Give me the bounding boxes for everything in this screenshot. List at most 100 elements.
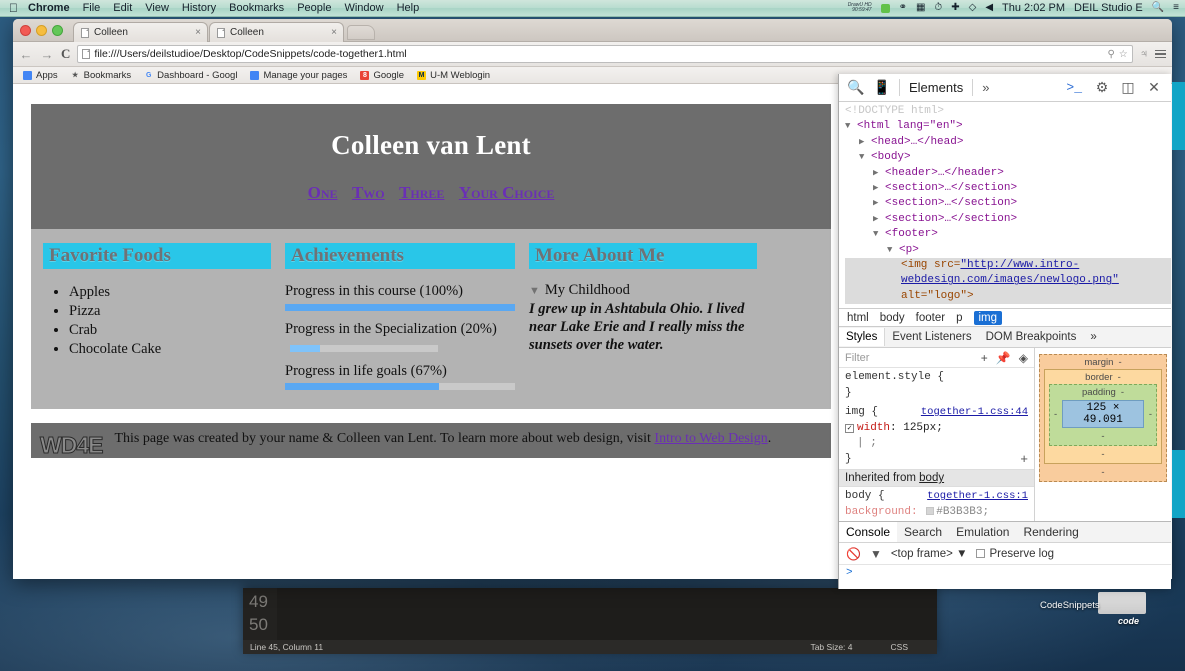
text-editor-window[interactable]: 49 50 Line 45, Column 11 Tab Size: 4 CSS (243, 588, 937, 654)
nav-link-two[interactable]: Two (352, 183, 385, 202)
rendered-page[interactable]: Colleen van Lent One Two Three Your Choi… (13, 84, 849, 579)
back-button[interactable]: ← (19, 47, 33, 62)
breadcrumb-p[interactable]: p (956, 312, 962, 324)
preserve-log-checkbox[interactable] (976, 549, 985, 558)
clear-console-icon[interactable]: 🚫 (846, 547, 861, 561)
bluetooth-icon[interactable]: ✚ (951, 3, 959, 13)
nav-link-three[interactable]: Three (399, 183, 444, 202)
filter-placeholder-text[interactable]: Filter (845, 352, 869, 364)
new-tab-button[interactable] (347, 25, 375, 40)
menu-item-help[interactable]: Help (397, 2, 420, 14)
declaration-background[interactable]: background: #B3B3B3; (845, 505, 1028, 521)
tab-search[interactable]: Search (897, 522, 949, 542)
desktop-icon-codesnippets[interactable]: CodeSnippets (1040, 600, 1100, 611)
box-model-padding-left[interactable]: - (1054, 409, 1057, 420)
rule-element-style[interactable]: element.style { } (839, 368, 1034, 403)
bookmark-dashboard[interactable]: G Dashboard - Googl (144, 70, 237, 81)
dom-node-p[interactable]: ▼ <p> (845, 243, 1171, 258)
tab-emulation[interactable]: Emulation (949, 522, 1016, 542)
chevron-down-icon[interactable]: ▼ (956, 548, 967, 560)
breadcrumb-html[interactable]: html (847, 312, 869, 324)
tab-console[interactable]: Console (839, 522, 897, 542)
editor-syntax-mode[interactable]: CSS (891, 642, 908, 652)
console-prompt-icon[interactable]: >_ (1059, 80, 1089, 95)
volume-icon[interactable]: ◀ (985, 3, 993, 13)
reload-button[interactable]: C (61, 46, 70, 62)
editor-tab-size[interactable]: Tab Size: 4 (810, 642, 852, 652)
dom-node-header[interactable]: ▶ <header>…</header> (845, 166, 1171, 181)
declaration-value[interactable]: : 125px; (890, 422, 943, 434)
expand-triangle-icon[interactable]: ▼ (845, 121, 850, 131)
menu-bar-clock[interactable]: Thu 2:02 PM (1002, 2, 1065, 14)
class-filter-icon[interactable]: ◈ (1019, 351, 1028, 365)
intro-to-web-design-link[interactable]: Intro to Web Design (654, 431, 767, 446)
desktop-folder-icon[interactable] (1098, 592, 1146, 614)
expand-triangle-icon[interactable]: ▶ (873, 168, 878, 178)
devtools-panel[interactable]: 🔍 📱 Elements » >_ ⚙ ◫ ✕ <!DOCTYPE html> … (838, 74, 1171, 589)
close-window-button[interactable] (20, 25, 31, 36)
breadcrumb-img[interactable]: img (974, 311, 1003, 325)
expand-triangle-icon[interactable]: ▼ (873, 229, 878, 239)
profile-icon[interactable]: ♃ (1140, 48, 1148, 60)
rule-img[interactable]: together-1.css:44 img { ✓width: 125px; |… (839, 403, 1034, 469)
inherited-source[interactable]: body (919, 472, 944, 484)
filter-icon[interactable]: ▼ (870, 547, 882, 561)
tab-elements[interactable]: Elements (904, 80, 968, 95)
declaration-new-blank[interactable]: | ; (845, 436, 1028, 452)
rule-source-link[interactable]: together-1.css:44 (921, 405, 1028, 421)
expand-triangle-icon[interactable]: ▶ (873, 214, 878, 224)
menu-item-people[interactable]: People (297, 2, 331, 14)
menu-item-file[interactable]: File (83, 2, 101, 14)
box-model-border[interactable]: border- padding- - 125 × 49.091 - - - (1044, 369, 1162, 464)
preserve-log-toggle[interactable]: Preserve log (976, 548, 1054, 560)
box-model-margin-top[interactable]: - (1118, 357, 1121, 368)
expand-triangle-icon[interactable]: ▼ (859, 152, 864, 162)
notification-center-icon[interactable]: ≡ (1173, 3, 1179, 13)
tab-event-listeners[interactable]: Event Listeners (885, 328, 978, 346)
chrome-menu-icon[interactable] (1155, 48, 1166, 61)
wifi-icon[interactable]: ◇ (969, 3, 977, 13)
dom-node-footer[interactable]: ▼ <footer> (845, 227, 1171, 242)
box-model-padding[interactable]: padding- - 125 × 49.091 - - (1049, 384, 1157, 446)
console-context-selector[interactable]: <top frame> ▼ (891, 548, 968, 560)
box-model-margin-bottom[interactable]: - (1044, 467, 1162, 478)
airplay-icon[interactable]: ▦ (916, 3, 925, 13)
dom-node-section-2[interactable]: ▶ <section>…</section> (845, 196, 1171, 211)
dom-tree[interactable]: <!DOCTYPE html> ▼ <html lang="en"> ▶ <he… (839, 102, 1171, 308)
more-style-tabs-icon[interactable]: » (1083, 328, 1103, 346)
gear-icon[interactable]: ⚙ (1089, 79, 1115, 96)
bookmark-bookmarks[interactable]: ★ Bookmarks (71, 70, 132, 81)
nav-link-one[interactable]: One (308, 183, 338, 202)
declaration-width[interactable]: ✓width: 125px; (845, 421, 1028, 437)
desktop-icon-code[interactable]: code (1118, 616, 1139, 626)
declaration-checkbox[interactable]: ✓ (845, 424, 854, 433)
dom-node-body[interactable]: ▼ <body> (845, 150, 1171, 165)
browser-tab-2[interactable]: Colleen × (209, 22, 344, 42)
box-model-padding-top[interactable]: - (1121, 387, 1124, 398)
dom-node-head[interactable]: ▶ <head>…</head> (845, 135, 1171, 150)
details-summary[interactable]: ▼My Childhood (529, 282, 757, 299)
expand-triangle-icon[interactable]: ▶ (859, 137, 864, 147)
rule-source-link[interactable]: together-1.css:1 (927, 489, 1028, 505)
bookmark-star-icon[interactable]: ☆ (1119, 49, 1128, 60)
box-model-border-top[interactable]: - (1118, 372, 1121, 383)
color-swatch[interactable] (926, 507, 934, 515)
forward-button[interactable]: → (40, 47, 54, 62)
search-icon[interactable]: 🔍 (1152, 3, 1164, 13)
console-input-prompt[interactable]: > (839, 565, 1171, 581)
box-model-padding-right[interactable]: - (1149, 409, 1152, 420)
declaration-property[interactable]: background: (845, 506, 918, 518)
page-info-icon[interactable] (82, 49, 90, 59)
bookmark-manage-pages[interactable]: Manage your pages (250, 70, 347, 81)
tab-dom-breakpoints[interactable]: DOM Breakpoints (979, 328, 1084, 346)
menu-bar-user[interactable]: DEIL Studio E (1074, 2, 1143, 14)
add-rule-icon[interactable]: + (1020, 452, 1028, 468)
green-status-icon[interactable] (881, 4, 890, 13)
tab-styles[interactable]: Styles (839, 328, 885, 346)
declaration-property[interactable]: width (857, 422, 890, 434)
dropbox-icon[interactable]: ⚭ (899, 3, 907, 13)
dom-node-html[interactable]: ▼ <html lang="en"> (845, 119, 1171, 134)
maximize-window-button[interactable] (52, 25, 63, 36)
drive-status-indicator[interactable]: DrawU HD 90:59:47 (848, 3, 872, 13)
box-model-margin[interactable]: margin- border- padding- - 125 × 49.091 … (1039, 354, 1167, 482)
